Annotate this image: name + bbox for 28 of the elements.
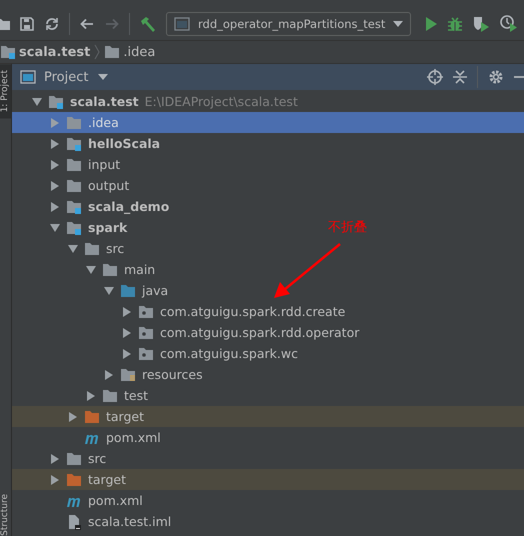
annotation-text: 不折叠 xyxy=(328,219,367,236)
tree-item[interactable]: input xyxy=(12,154,120,175)
tree-item[interactable]: target xyxy=(12,406,524,427)
breadcrumb-item[interactable]: scala.test xyxy=(19,44,90,60)
tree-item[interactable]: test xyxy=(12,385,148,406)
tree-item[interactable]: spark xyxy=(12,217,128,238)
tree-item[interactable]: helloScala xyxy=(12,133,160,154)
tree-item[interactable]: java xyxy=(12,280,168,301)
side-tab[interactable]: 1: Project xyxy=(0,64,11,118)
tree-item[interactable]: pom.xml xyxy=(12,490,143,511)
tree-item[interactable]: pom.xml xyxy=(12,427,161,448)
tree-item[interactable]: target xyxy=(12,469,524,490)
tree-item[interactable]: scala.test.iml xyxy=(12,511,172,532)
tree-item[interactable]: .idea xyxy=(12,112,524,133)
tree-item[interactable]: resources xyxy=(12,364,203,385)
run-configuration-dropdown[interactable]: rdd_operator_mapPartitions_test xyxy=(166,12,412,36)
breadcrumb-item[interactable]: .idea xyxy=(123,44,156,60)
panel-title-dropdown[interactable]: Project xyxy=(44,70,88,84)
tree-item[interactable]: scala.test E:\IDEAProject\scala.test xyxy=(12,91,298,112)
tree-item[interactable]: scala_demo xyxy=(12,196,170,217)
tree-item[interactable]: com.atguigu.spark.rdd.create xyxy=(12,301,346,322)
tree-item[interactable]: src xyxy=(12,238,124,259)
tree-item[interactable]: output xyxy=(12,175,130,196)
tree-item[interactable]: main xyxy=(12,259,156,280)
tree-item[interactable]: com.atguigu.spark.rdd.operator xyxy=(12,322,360,343)
tree-item[interactable]: src xyxy=(12,448,106,469)
tree-item[interactable]: com.atguigu.spark.wc xyxy=(12,343,298,364)
side-tab[interactable]: Structure xyxy=(0,494,11,536)
